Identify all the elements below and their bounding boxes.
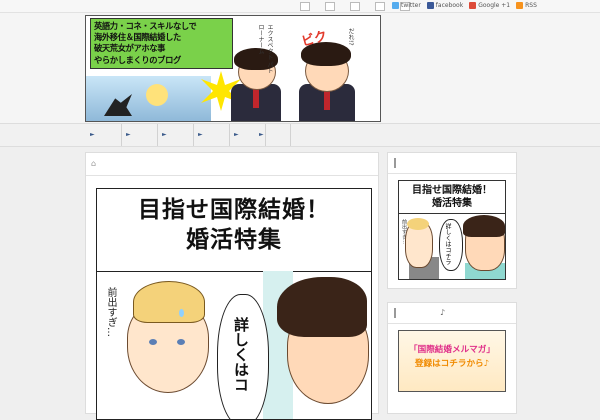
mailmag-line-2: 登録はコチラから♪ xyxy=(414,359,490,369)
eye-illustration xyxy=(177,339,185,345)
sidebar: 目指せ国際結婚！ 婚活特集 前出すぎ… 詳しくはコチラ ♪ 「国際結婚メルマガ」… xyxy=(387,152,517,414)
blog-tagline: 英語力・コネ・スキルなしで 海外移住＆国際結婚した 破天荒女がアホな事 やらかし… xyxy=(90,18,233,69)
who-text: だれ!? xyxy=(347,28,354,46)
arrow-right-icon: ► xyxy=(90,131,95,138)
rss-link[interactable]: RSS xyxy=(516,1,537,10)
mailmag-banner-text: 「国際結婚メルマガ」 登録はコチラから♪ xyxy=(399,343,505,371)
widget-title-bar xyxy=(394,308,396,318)
bride-hair xyxy=(463,215,505,237)
spell-text: エクスペクト パトローナーム xyxy=(257,24,273,74)
arrow-right-icon: ► xyxy=(162,131,167,138)
manga-title-line-1: 目指せ国際結婚！ xyxy=(138,197,330,223)
mailmag-banner-image[interactable]: 「国際結婚メルマガ」 登録はコチラから♪ xyxy=(398,330,506,392)
eye-illustration xyxy=(149,339,157,345)
top-toolbar: twitter facebook Google +1 RSS xyxy=(0,0,600,13)
bride-hair xyxy=(277,277,367,337)
manga-side-text: 前出すぎ… xyxy=(105,287,116,337)
site-header: 英語力・コネ・スキルなしで 海外移住＆国際結婚した 破天荒女がアホな事 やらかし… xyxy=(0,13,600,123)
manga-banner-image[interactable]: 目指せ国際結婚！ 婚活特集 前出すぎ… 詳しくはコ xyxy=(96,188,372,420)
nav-item-6[interactable]: ► xyxy=(254,124,291,146)
twitter-link[interactable]: twitter xyxy=(392,1,421,10)
panel-divider xyxy=(399,213,505,214)
rss-label: RSS xyxy=(525,2,537,9)
twitter-icon xyxy=(392,2,399,9)
widget-title-bar xyxy=(394,158,396,168)
header-banner-image[interactable]: 英語力・コネ・スキルなしで 海外移住＆国際結婚した 破天荒女がアホな事 やらかし… xyxy=(85,15,381,122)
rss-icon xyxy=(516,2,524,9)
facebook-label: facebook xyxy=(435,2,464,9)
panel-divider xyxy=(97,271,371,272)
moon-illustration xyxy=(146,84,168,106)
google-plus-link[interactable]: Google +1 xyxy=(469,1,510,10)
nav-item-3[interactable]: ► xyxy=(157,124,194,146)
tagline-line-3: 破天荒女がアホな事 xyxy=(94,43,166,54)
social-links: twitter facebook Google +1 RSS xyxy=(392,1,537,10)
widget-header: ♪ xyxy=(388,303,516,324)
google-plus-label: Google +1 xyxy=(478,2,511,9)
arrow-right-icon: ► xyxy=(198,131,203,138)
tagline-line-2: 海外移住＆国際結婚した xyxy=(94,32,181,43)
widget-note: ♪ xyxy=(440,308,446,317)
widget-banner-title: 目指せ国際結婚！ 婚活特集 xyxy=(399,184,505,210)
edit-icon[interactable] xyxy=(325,2,335,11)
pencil-icon[interactable] xyxy=(300,2,310,11)
nav-item-2[interactable]: ► xyxy=(121,124,158,146)
arrow-right-icon: ► xyxy=(259,131,264,138)
image-icon[interactable] xyxy=(375,2,385,11)
widget-banner-title-line-2: 婚活特集 xyxy=(432,198,472,209)
speech-bubble-text: 詳しくはコ xyxy=(232,317,250,392)
speech-bubble-text: 詳しくはコチラ xyxy=(444,223,451,265)
sweat-drop-illustration xyxy=(179,309,184,317)
main-content: ⌂ 目指せ国際結婚！ 婚活特集 前出すぎ… 詳しくはコ xyxy=(85,152,379,420)
mailmag-line-1: 「国際結婚メルマガ」 xyxy=(409,345,495,355)
google-plus-icon xyxy=(469,2,477,9)
blond-man-hair xyxy=(407,218,429,230)
manga-title: 目指せ国際結婚！ 婚活特集 xyxy=(97,195,371,255)
facebook-icon xyxy=(426,2,434,9)
konkatsu-banner-image[interactable]: 目指せ国際結婚！ 婚活特集 前出すぎ… 詳しくはコチラ xyxy=(398,180,506,280)
tagline-line-4: やらかしまくりのブログ xyxy=(94,54,181,65)
twitter-label: twitter xyxy=(401,2,421,9)
nav-item-4[interactable]: ► xyxy=(193,124,230,146)
global-navigation: ► ► ► ► ► ► xyxy=(0,123,600,147)
nav-item-1[interactable]: ► xyxy=(85,124,122,146)
tagline-line-1: 英語力・コネ・スキルなしで xyxy=(94,21,197,31)
home-icon[interactable]: ⌂ xyxy=(91,159,96,168)
sidebar-widget-konkatsu: 目指せ国際結婚！ 婚活特集 前出すぎ… 詳しくはコチラ xyxy=(387,152,517,289)
blond-man-hair xyxy=(133,281,205,323)
arrow-right-icon: ► xyxy=(234,131,239,138)
facebook-link[interactable]: facebook xyxy=(426,1,464,10)
breadcrumb: ⌂ xyxy=(86,153,378,176)
sidebar-widget-mailmag: ♪ 「国際結婚メルマガ」 登録はコチラから♪ xyxy=(387,302,517,414)
manga-title-line-2: 婚活特集 xyxy=(186,227,282,253)
arrow-right-icon: ► xyxy=(126,131,131,138)
widget-header xyxy=(388,153,516,174)
widget-banner-title-line-1: 目指せ国際結婚！ xyxy=(412,185,492,196)
document-icon[interactable] xyxy=(350,2,360,11)
